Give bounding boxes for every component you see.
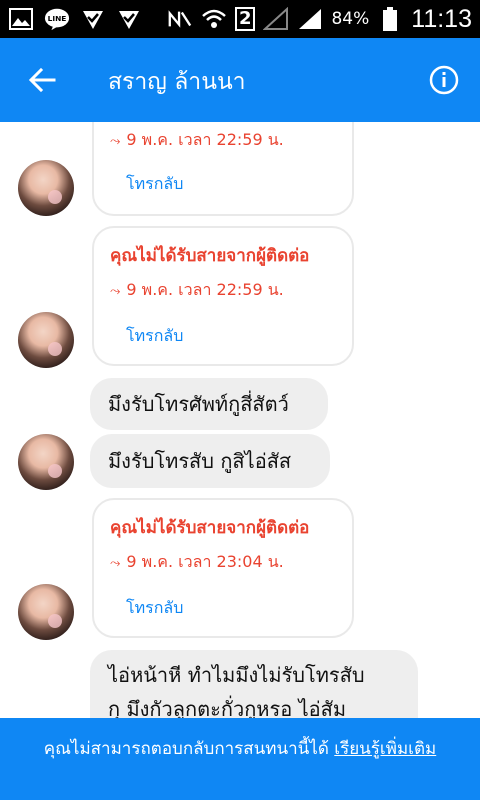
wifi-icon (201, 8, 227, 30)
svg-text:LINE: LINE (48, 14, 67, 23)
avatar[interactable] (18, 434, 74, 490)
missed-call-title: คุณไม่ได้รับสายจากผู้ติดต่อ (110, 518, 310, 538)
app-bar: สราญ ล้านนา (0, 38, 480, 122)
avatar[interactable] (18, 584, 74, 640)
status-bar: LINE 2 84% 11:13 (0, 0, 480, 38)
check-notification-icon-2 (116, 8, 142, 30)
call-back-button[interactable]: โทรกลับ (126, 596, 183, 621)
banner-text: คุณไม่สามารถตอบกลับการสนทนานี้ได้ (43, 739, 335, 759)
missed-call-card: คุณไม่ได้รับสายจากผู้ติดต่อ ⤳ 9 พ.ค. เวลา… (92, 498, 354, 638)
missed-call-arrow-icon: ⤳ (110, 556, 121, 571)
missed-call-time: ⤳ 9 พ.ค. เวลา 23:04 น. (110, 552, 284, 571)
signal-icon-1 (263, 7, 289, 30)
info-icon (429, 65, 459, 95)
message-list[interactable]: ⤳ 9 พ.ค. เวลา 22:59 น. โทรกลับ คุณไม่ได้ร… (0, 122, 480, 718)
sim-number: 2 (234, 7, 256, 31)
conversation-title: สราญ ล้านนา (108, 69, 246, 95)
gallery-icon (8, 8, 34, 30)
message-line: ไอ่หน้าหี ทำไมมึงไม่รับโทรสับ (108, 663, 365, 687)
cannot-reply-banner: คุณไม่สามารถตอบกลับการสนทนานี้ได้ เรียนร… (0, 718, 480, 800)
back-button[interactable] (20, 58, 64, 102)
clock: 11:13 (411, 4, 472, 33)
message-bubble[interactable]: ไอ่หน้าหี ทำไมมึงไม่รับโทรสับ กุ มึงกัวล… (90, 650, 418, 718)
nfc-icon (167, 8, 193, 30)
missed-call-title: คุณไม่ได้รับสายจากผู้ติดต่อ (110, 246, 310, 266)
missed-call-arrow-icon: ⤳ (110, 284, 121, 299)
call-back-button[interactable]: โทรกลับ (126, 172, 183, 197)
message-bubble[interactable]: มึงรับโทรสับ กูสิไอ่สัส (90, 434, 330, 488)
avatar[interactable] (18, 160, 74, 216)
battery-icon (377, 7, 403, 31)
battery-percent: 84% (331, 9, 370, 29)
missed-call-time: ⤳ 9 พ.ค. เวลา 22:59 น. (110, 280, 284, 299)
learn-more-link[interactable]: เรียนรู้เพิ่มเติม (334, 739, 436, 759)
line-app-icon: LINE (44, 8, 70, 31)
info-button[interactable] (426, 62, 462, 98)
avatar[interactable] (18, 312, 74, 368)
message-line: กุ มึงกัวลูกตะกั่วกูหรอ ไอ่สัม (108, 697, 347, 718)
message-bubble[interactable]: มึงรับโทรศัพท์กูสี่สัตว์ (90, 378, 328, 430)
missed-call-arrow-icon: ⤳ (110, 134, 121, 149)
missed-call-card: ⤳ 9 พ.ค. เวลา 22:59 น. โทรกลับ (92, 122, 354, 216)
call-back-button[interactable]: โทรกลับ (126, 324, 183, 349)
missed-call-time: ⤳ 9 พ.ค. เวลา 22:59 น. (110, 130, 284, 149)
arrow-left-icon (28, 67, 56, 93)
check-notification-icon (80, 8, 106, 30)
signal-icon-2 (297, 8, 323, 30)
missed-call-card: คุณไม่ได้รับสายจากผู้ติดต่อ ⤳ 9 พ.ค. เวลา… (92, 226, 354, 366)
